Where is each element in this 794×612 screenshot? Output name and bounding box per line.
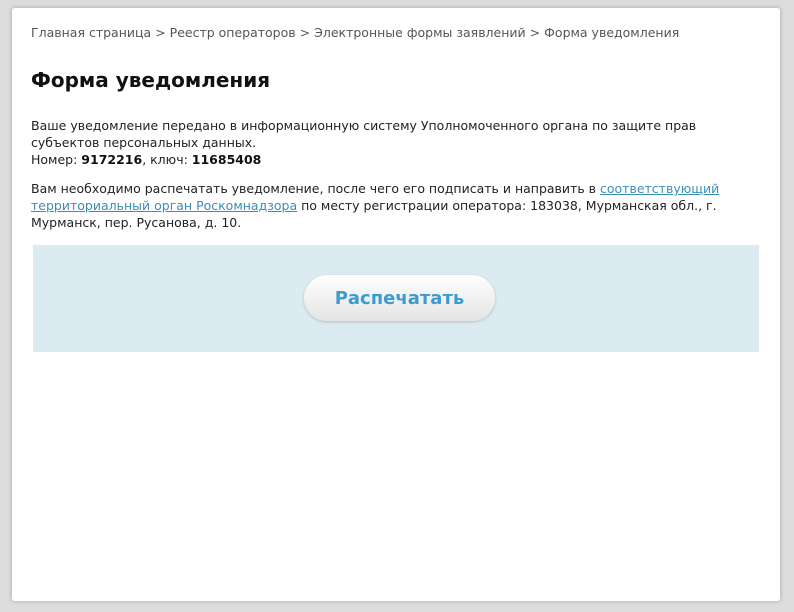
instructions-text: Вам необходимо распечатать уведомление, … [31,180,766,231]
notice-text: Ваше уведомление передано в информационн… [31,117,766,168]
notice-number: 9172216 [81,152,143,167]
breadcrumb: Главная страница > Реестр операторов > Элект… [31,25,679,40]
page-title: Форма уведомления [31,68,271,92]
breadcrumb-separator: > [299,25,311,40]
breadcrumb-home[interactable]: Главная страница [31,25,151,40]
print-button[interactable]: Распечатать [304,275,495,321]
print-panel: Распечатать [33,245,759,352]
number-label: Номер: [31,152,82,167]
notice-message: Ваше уведомление передано в информационн… [31,118,697,150]
breadcrumb-current: Форма уведомления [544,25,680,40]
breadcrumb-separator: > [155,25,166,40]
notice-key: 11685408 [191,152,262,167]
breadcrumb-registry[interactable]: Реестр операторов [170,25,296,40]
breadcrumb-separator: > [529,25,541,40]
breadcrumb-forms[interactable]: Электронные формы заявлений [314,25,526,40]
key-label: , ключ: [142,152,192,167]
content-card: Главная страница > Реестр операторов > Элект… [12,8,780,601]
instructions-before: Вам необходимо распечатать уведомление, … [31,181,601,196]
